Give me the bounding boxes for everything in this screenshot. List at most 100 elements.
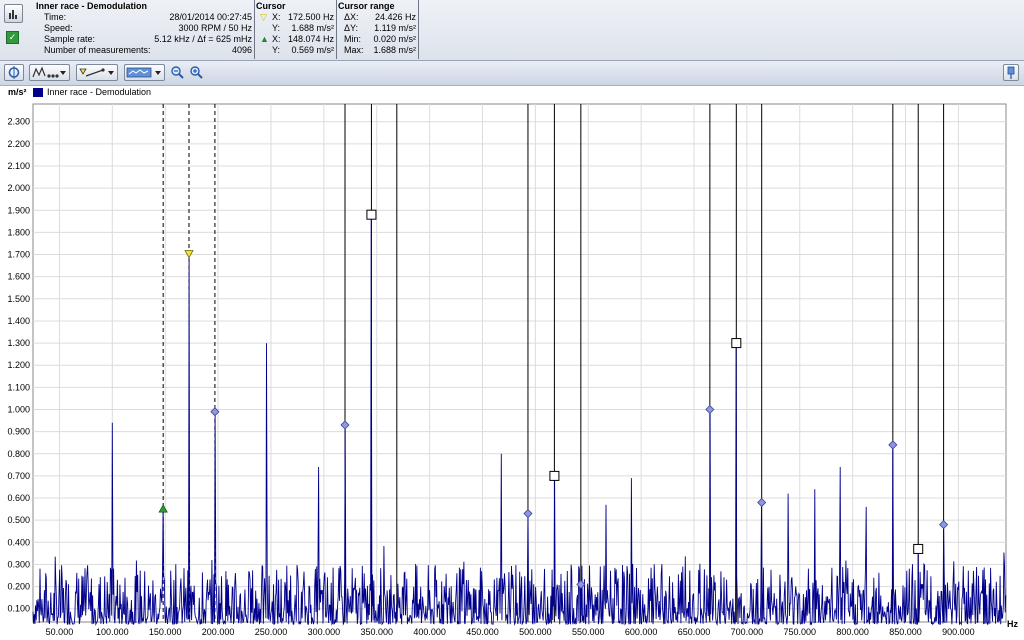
zoom-out-icon [171,66,184,79]
x-tick-label: 300.000 [308,627,341,637]
info-value: 5.12 kHz / Δf = 625 mHz [154,34,252,44]
x-tick-label: 500.000 [519,627,552,637]
cursor-label: X: [272,34,281,44]
display-mode-icon [126,67,152,78]
chevron-down-icon [108,71,114,75]
y-tick-label: 1.400 [7,316,30,326]
info-value: 3000 RPM / 50 Hz [178,23,252,33]
cursor-value: 148.074 Hz [287,34,334,44]
line-style-icon [79,68,105,77]
info-row-measurements: Number of measurements: 4096 [44,45,252,56]
y-tick-label: 0.800 [7,449,30,459]
y-axis-tick-labels: 0.100 0.200 0.300 0.400 0.500 0.600 0.700 0.800… [7,117,30,614]
x-tick-label: 350.000 [360,627,393,637]
info-row-time: Time: 28/01/2014 00:27:45 [44,12,252,23]
line-style-dropdown[interactable] [76,64,118,81]
cursor-range-panel: Cursor range ΔX: 24.426 Hz ΔY: 1.119 m/s… [337,0,419,59]
x-tick-label: 400.000 [413,627,446,637]
range-label: Min: [344,34,362,44]
measurement-panel: Inner race - Demodulation Time: 28/01/20… [0,0,255,59]
square-marker [731,338,742,349]
y-tick-label: 0.100 [7,604,30,614]
y-tick-label: 1.800 [7,227,30,237]
range-row-dy: ΔY: 1.119 m/s² [344,23,416,34]
spectrum-chart[interactable]: 0.100 0.200 0.300 0.400 0.500 0.600 0.700 0.800… [0,100,1024,640]
square-marker [913,543,924,554]
x-axis-tick-labels: 50.000 100.000 150.000 200.000 250.000 300.00… [46,627,975,637]
info-label: Time: [44,12,67,22]
display-mode-dropdown[interactable] [124,64,165,81]
info-header: ✓ Inner race - Demodulation Time: 28/01/… [0,0,1024,61]
range-label: ΔY: [344,23,359,33]
y-tick-label: 0.600 [7,493,30,503]
cursor-row-x2: ▲ X: 148.074 Hz [260,34,334,45]
info-label: Number of measurements: [44,45,151,55]
cursor-tool-button[interactable] [4,64,24,81]
x-tick-label: 800.000 [836,627,869,637]
range-row-dx: ΔX: 24.426 Hz [344,12,416,23]
chart-type-icon [32,66,59,78]
x-tick-label: 200.000 [202,627,235,637]
info-label: Speed: [44,23,73,33]
y-tick-label: 1.200 [7,360,30,370]
chevron-down-icon [155,71,161,75]
plot-area [32,103,1007,623]
x-tick-label: 700.000 [731,627,764,637]
info-value: 4096 [231,45,252,55]
cursor-tool-icon [8,66,20,79]
cursor-row-y1: Y: 1.688 m/s² [260,23,334,34]
panel-title: Cursor [256,1,286,11]
legend-swatch [33,88,43,97]
zoom-out-button[interactable] [170,65,185,80]
pin-icon [1007,66,1015,79]
y-tick-label: 1.900 [7,205,30,215]
range-label: Max: [344,45,364,55]
zoom-in-icon [190,66,203,79]
y-tick-label: 1.300 [7,338,30,348]
range-value: 1.688 m/s² [373,45,416,55]
chevron-down-icon [60,71,66,75]
y-tick-label: 1.000 [7,404,30,414]
x-tick-label: 100.000 [96,627,129,637]
green-triangle-icon: ▲ [260,34,269,44]
info-row-sample-rate: Sample rate: 5.12 kHz / Δf = 625 mHz [44,34,252,45]
y-tick-label: 0.500 [7,515,30,525]
cursor-label: Y: [272,23,281,33]
y-tick-label: 2.300 [7,117,30,127]
info-label: Sample rate: [44,34,96,44]
legend-series-name: Inner race - Demodulation [47,87,152,97]
pin-button[interactable] [1003,64,1019,81]
panel-title: Cursor range [338,1,395,11]
x-tick-label: 150.000 [149,627,182,637]
x-tick-label: 50.000 [46,627,74,637]
yellow-triangle-icon: ▽ [260,12,267,22]
y-tick-label: 1.500 [7,294,30,304]
range-row-min: Min: 0.020 m/s² [344,34,416,45]
range-value: 0.020 m/s² [373,34,416,44]
cursor-panel: Cursor ▽ X: 172.500 Hz Y: 1.688 m/s² ▲ X… [255,0,337,59]
chart-toolbar [0,61,1024,86]
y-unit-label: m/s² [8,87,27,97]
square-marker [549,470,560,481]
y-tick-label: 1.600 [7,272,30,282]
x-tick-label: 250.000 [255,627,288,637]
x-tick-label: 550.000 [572,627,605,637]
cursor-row-x1: ▽ X: 172.500 Hz [260,12,334,23]
x-tick-label: 650.000 [678,627,711,637]
cursor-value: 0.569 m/s² [291,45,334,55]
square-marker [366,209,377,220]
x-tick-label: 750.000 [783,627,816,637]
y-tick-label: 0.400 [7,537,30,547]
chart-grid [32,103,1007,623]
cursor-label: X: [272,12,281,22]
cursor-row-y2: Y: 0.569 m/s² [260,45,334,56]
zoom-in-button[interactable] [189,65,204,80]
info-value: 28/01/2014 00:27:45 [169,12,252,22]
y-tick-label: 0.700 [7,471,30,481]
chart-legend: m/s² Inner race - Demodulation [0,86,1024,100]
y-tick-label: 1.100 [7,382,30,392]
y-tick-label: 2.000 [7,183,30,193]
y-tick-label: 2.100 [7,161,30,171]
info-row-speed: Speed: 3000 RPM / 50 Hz [44,23,252,34]
chart-type-dropdown[interactable] [29,64,70,81]
